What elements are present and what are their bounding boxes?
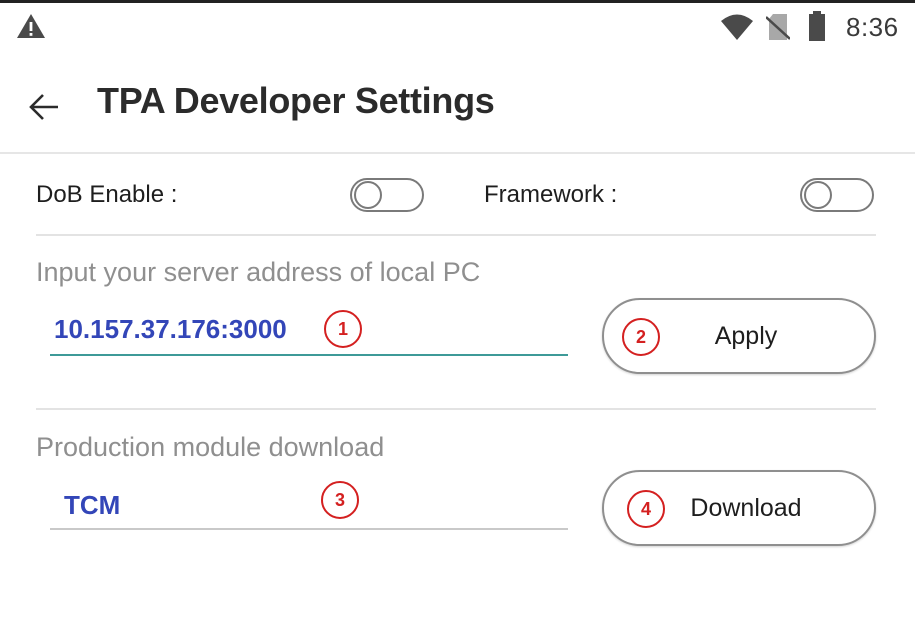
annotation-marker-3: 3 xyxy=(321,481,359,519)
module-name-field[interactable]: TCM xyxy=(50,482,568,530)
framework-label: Framework : xyxy=(484,181,618,208)
back-button[interactable] xyxy=(22,84,68,130)
tpa-developer-settings-screen: 8:36 TPA Developer Settings DoB Enable :… xyxy=(0,0,915,620)
arrow-left-icon xyxy=(29,94,58,120)
dob-enable-label: DoB Enable : xyxy=(36,181,178,208)
status-time: 8:36 xyxy=(846,12,899,42)
production-module-label: Production module download xyxy=(36,432,385,462)
section-divider xyxy=(36,408,876,410)
annotation-marker-2: 2 xyxy=(622,318,660,356)
module-name-value: TCM xyxy=(64,490,121,520)
dob-enable-switch[interactable] xyxy=(350,178,424,212)
warning-icon xyxy=(16,13,46,39)
battery-icon xyxy=(808,11,826,41)
no-sim-icon xyxy=(765,13,791,41)
wifi-icon xyxy=(720,13,754,41)
server-address-field[interactable]: 10.157.37.176:3000 xyxy=(50,308,568,356)
server-address-value: 10.157.37.176:3000 xyxy=(54,314,287,344)
switch-knob xyxy=(804,181,832,209)
section-divider xyxy=(36,234,876,236)
server-address-label: Input your server address of local PC xyxy=(36,257,481,287)
app-bar-divider xyxy=(0,152,915,154)
page-title: TPA Developer Settings xyxy=(97,80,495,121)
framework-switch[interactable] xyxy=(800,178,874,212)
annotation-marker-4: 4 xyxy=(627,490,665,528)
status-bar: 8:36 xyxy=(0,3,915,49)
annotation-marker-1: 1 xyxy=(324,310,362,348)
app-bar: TPA Developer Settings xyxy=(0,62,915,152)
switch-knob xyxy=(354,181,382,209)
